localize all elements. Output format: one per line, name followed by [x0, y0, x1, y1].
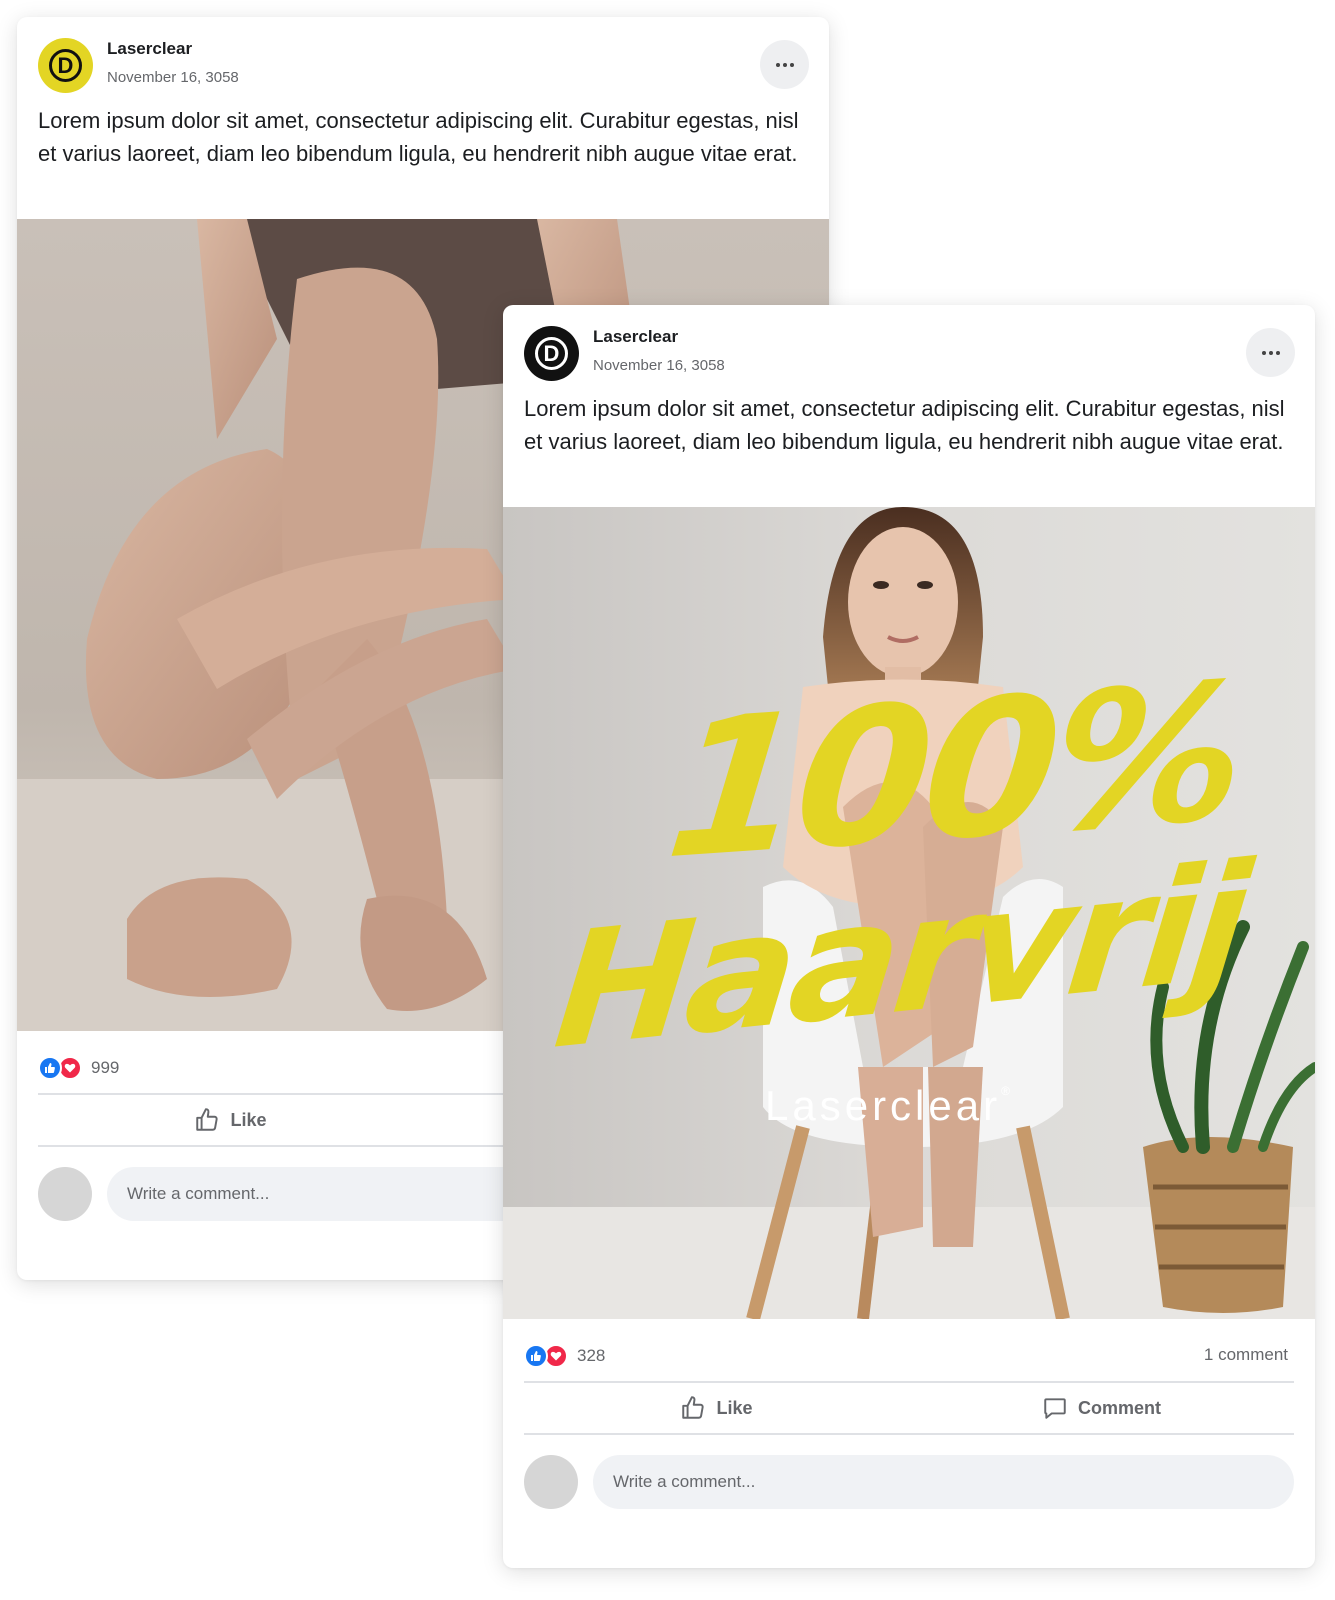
- page-avatar[interactable]: D: [38, 38, 93, 93]
- like-button[interactable]: Like: [524, 1383, 909, 1433]
- post-date[interactable]: November 16, 3058: [593, 357, 725, 374]
- post-header: D Laserclear November 16, 3058: [17, 17, 829, 117]
- brand-logo-icon: D: [49, 49, 82, 82]
- page-avatar[interactable]: D: [524, 326, 579, 381]
- post-header: D Laserclear November 16, 3058: [503, 305, 1315, 405]
- action-bar: Like Comment: [524, 1383, 1294, 1433]
- dot-icon: [1275, 350, 1280, 355]
- thumbs-up-reaction-icon: [38, 1056, 62, 1080]
- dot-icon: [782, 62, 787, 67]
- brand-logo-icon: D: [535, 337, 568, 370]
- registered-mark: ®: [1001, 1084, 1014, 1098]
- image-brand-text: Laserclear: [765, 1082, 1002, 1129]
- comment-input[interactable]: Write a comment...: [593, 1455, 1294, 1509]
- user-avatar: [38, 1167, 92, 1221]
- post-date[interactable]: November 16, 3058: [107, 69, 239, 86]
- thumbs-up-icon: [682, 1396, 705, 1419]
- reaction-count: 999: [91, 1058, 120, 1077]
- image-brand-watermark: Laserclear®: [765, 1085, 1014, 1127]
- page-name[interactable]: Laserclear: [593, 327, 678, 347]
- speech-bubble-icon: [1044, 1398, 1066, 1419]
- like-label: Like: [230, 1109, 267, 1130]
- like-button[interactable]: Like: [38, 1095, 423, 1145]
- reaction-count: 328: [577, 1346, 606, 1365]
- comment-button[interactable]: Comment: [909, 1383, 1294, 1433]
- post-image[interactable]: 100% Haarvrij Laserclear®: [503, 507, 1315, 1319]
- dot-icon: [1261, 350, 1266, 355]
- post-text: Lorem ipsum dolor sit amet, consectetur …: [38, 108, 799, 166]
- divider: [524, 1433, 1294, 1435]
- like-label: Like: [716, 1397, 753, 1418]
- post-text: Lorem ipsum dolor sit amet, consectetur …: [524, 396, 1285, 454]
- post-card-2: D Laserclear November 16, 3058 Lorem ips…: [503, 305, 1315, 1568]
- reaction-summary[interactable]: 999: [38, 1054, 119, 1082]
- thumbs-up-reaction-icon: [524, 1344, 548, 1368]
- dot-icon: [789, 62, 794, 67]
- dot-icon: [775, 62, 780, 67]
- thumbs-up-icon: [196, 1108, 219, 1131]
- comment-label: Comment: [1077, 1397, 1161, 1418]
- more-options-button[interactable]: [1246, 328, 1295, 377]
- reaction-summary[interactable]: 328: [524, 1342, 605, 1370]
- comment-count-link[interactable]: 1 comment: [1204, 1345, 1288, 1365]
- user-avatar: [524, 1455, 578, 1509]
- more-options-button[interactable]: [760, 40, 809, 89]
- page-name[interactable]: Laserclear: [107, 39, 192, 59]
- dot-icon: [1268, 350, 1273, 355]
